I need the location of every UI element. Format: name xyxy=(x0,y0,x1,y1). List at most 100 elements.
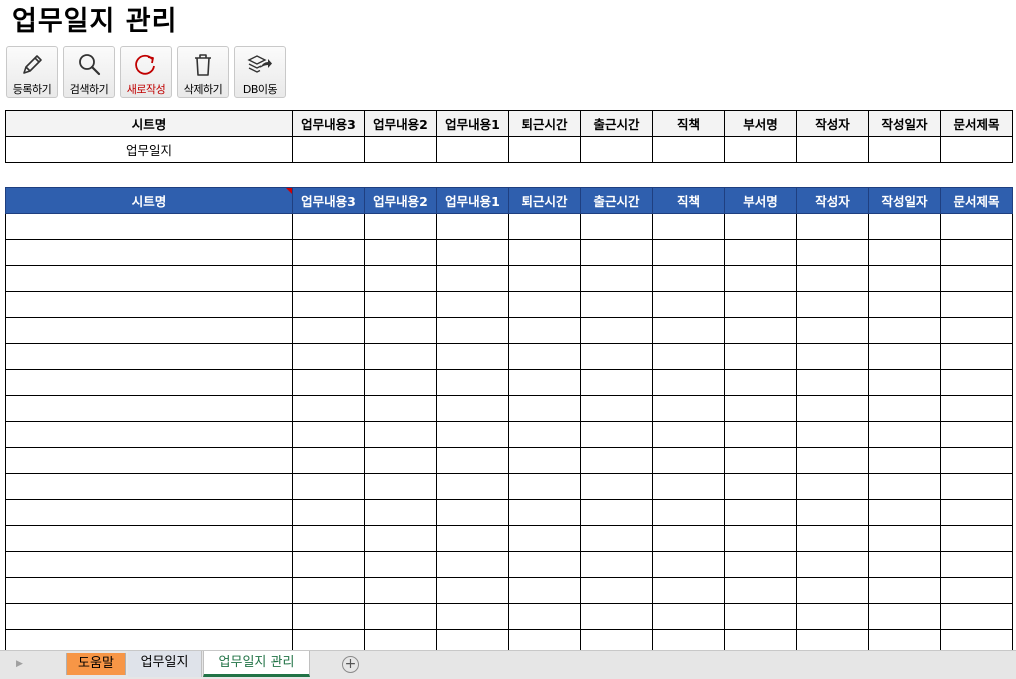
add-sheet-icon[interactable]: + xyxy=(342,656,359,673)
table-cell[interactable] xyxy=(724,473,797,500)
table-cell[interactable] xyxy=(292,499,365,526)
table-cell[interactable] xyxy=(652,239,725,266)
table-cell[interactable] xyxy=(5,369,293,396)
table-cell[interactable] xyxy=(796,473,869,500)
table-cell[interactable] xyxy=(364,395,437,422)
table-cell[interactable] xyxy=(580,603,653,630)
table-cell[interactable] xyxy=(940,551,1013,578)
table-cell[interactable] xyxy=(940,525,1013,552)
table-cell[interactable] xyxy=(364,525,437,552)
table-cell[interactable] xyxy=(868,499,941,526)
table-cell[interactable] xyxy=(868,265,941,292)
search-button[interactable]: 검색하기 xyxy=(63,46,115,98)
table-cell[interactable] xyxy=(580,525,653,552)
table-cell[interactable] xyxy=(508,473,581,500)
table-cell[interactable] xyxy=(724,525,797,552)
table-cell[interactable] xyxy=(292,603,365,630)
search-input-cell[interactable] xyxy=(580,136,653,163)
table-cell[interactable] xyxy=(724,551,797,578)
table-cell[interactable] xyxy=(364,577,437,604)
tab-help[interactable]: 도움말 xyxy=(66,653,126,675)
table-cell[interactable] xyxy=(580,395,653,422)
table-cell[interactable] xyxy=(364,603,437,630)
table-cell[interactable] xyxy=(292,551,365,578)
search-input-cell[interactable] xyxy=(940,136,1013,163)
table-cell[interactable] xyxy=(940,369,1013,396)
table-cell[interactable] xyxy=(652,395,725,422)
db-move-button[interactable]: DB이동 xyxy=(234,46,286,98)
table-cell[interactable] xyxy=(724,239,797,266)
table-cell[interactable] xyxy=(292,395,365,422)
table-cell[interactable] xyxy=(364,473,437,500)
table-cell[interactable] xyxy=(652,473,725,500)
table-cell[interactable] xyxy=(940,291,1013,318)
table-cell[interactable] xyxy=(724,317,797,344)
table-cell[interactable] xyxy=(940,395,1013,422)
table-cell[interactable] xyxy=(652,577,725,604)
table-cell[interactable] xyxy=(292,447,365,474)
table-cell[interactable] xyxy=(508,239,581,266)
table-cell[interactable] xyxy=(5,395,293,422)
tab-scroll-left-icon[interactable]: ▶ xyxy=(16,659,23,669)
table-cell[interactable] xyxy=(580,499,653,526)
table-cell[interactable] xyxy=(580,343,653,370)
table-cell[interactable] xyxy=(652,525,725,552)
table-cell[interactable] xyxy=(652,317,725,344)
table-cell[interactable] xyxy=(940,421,1013,448)
table-cell[interactable] xyxy=(652,447,725,474)
table-cell[interactable] xyxy=(292,421,365,448)
table-cell[interactable] xyxy=(724,343,797,370)
table-cell[interactable] xyxy=(364,343,437,370)
tab-work-diary-manage[interactable]: 업무일지 관리 xyxy=(203,651,310,677)
table-cell[interactable] xyxy=(292,265,365,292)
search-input-cell[interactable] xyxy=(364,136,437,163)
search-input-cell[interactable] xyxy=(868,136,941,163)
table-cell[interactable] xyxy=(292,369,365,396)
table-cell[interactable] xyxy=(436,265,509,292)
table-cell[interactable] xyxy=(652,343,725,370)
table-cell[interactable] xyxy=(940,265,1013,292)
table-cell[interactable] xyxy=(724,369,797,396)
table-cell[interactable] xyxy=(364,291,437,318)
table-cell[interactable] xyxy=(5,213,293,240)
search-input-cell[interactable] xyxy=(508,136,581,163)
table-cell[interactable] xyxy=(724,421,797,448)
table-cell[interactable] xyxy=(364,317,437,344)
table-cell[interactable] xyxy=(940,317,1013,344)
table-cell[interactable] xyxy=(868,421,941,448)
table-cell[interactable] xyxy=(796,499,869,526)
table-cell[interactable] xyxy=(652,603,725,630)
table-cell[interactable] xyxy=(292,213,365,240)
table-cell[interactable] xyxy=(364,421,437,448)
table-cell[interactable] xyxy=(436,343,509,370)
table-cell[interactable] xyxy=(580,447,653,474)
table-cell[interactable] xyxy=(868,317,941,344)
table-cell[interactable] xyxy=(796,239,869,266)
search-input-cell[interactable] xyxy=(796,136,869,163)
table-cell[interactable] xyxy=(436,473,509,500)
table-cell[interactable] xyxy=(292,291,365,318)
table-cell[interactable] xyxy=(724,447,797,474)
table-cell[interactable] xyxy=(796,603,869,630)
table-cell[interactable] xyxy=(364,213,437,240)
table-cell[interactable] xyxy=(796,291,869,318)
table-cell[interactable] xyxy=(940,499,1013,526)
table-cell[interactable] xyxy=(724,603,797,630)
table-cell[interactable] xyxy=(940,447,1013,474)
table-cell[interactable] xyxy=(5,577,293,604)
table-cell[interactable] xyxy=(5,473,293,500)
search-input-cell[interactable] xyxy=(652,136,725,163)
table-cell[interactable] xyxy=(940,577,1013,604)
table-cell[interactable] xyxy=(5,499,293,526)
table-cell[interactable] xyxy=(868,551,941,578)
table-cell[interactable] xyxy=(436,603,509,630)
table-cell[interactable] xyxy=(292,577,365,604)
table-cell[interactable] xyxy=(796,421,869,448)
table-cell[interactable] xyxy=(436,421,509,448)
table-cell[interactable] xyxy=(292,239,365,266)
table-cell[interactable] xyxy=(796,551,869,578)
search-input-cell[interactable] xyxy=(724,136,797,163)
table-cell[interactable] xyxy=(5,343,293,370)
table-cell[interactable] xyxy=(796,447,869,474)
table-cell[interactable] xyxy=(292,317,365,344)
